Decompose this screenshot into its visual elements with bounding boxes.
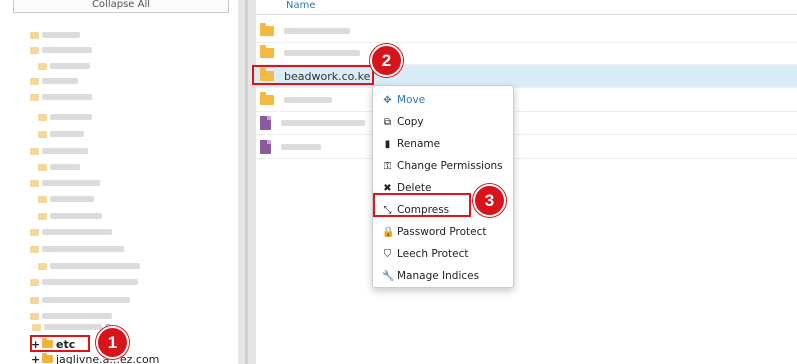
- blurred-file-name: [284, 28, 350, 34]
- blurred-tree-row[interactable]: [30, 77, 78, 85]
- name-column-header[interactable]: Name: [286, 0, 316, 11]
- move-arrows-icon: ✥: [383, 94, 392, 106]
- step-badge-2: 2: [370, 44, 403, 77]
- blurred-tree-row[interactable]: [30, 147, 88, 155]
- blurred-tree-row[interactable]: [30, 296, 130, 304]
- menu-item-password-protect[interactable]: 🔒 Password Protect: [373, 221, 513, 243]
- copy-icon: ⧉: [383, 116, 392, 128]
- key-icon: ⚿: [383, 160, 392, 172]
- blurred-tree-row[interactable]: [30, 312, 112, 320]
- blurred-tree-row[interactable]: [30, 245, 124, 253]
- blurred-tree-row[interactable]: [38, 130, 84, 138]
- expand-plus-icon[interactable]: +: [31, 353, 40, 364]
- menu-item-copy[interactable]: ⧉ Copy: [373, 111, 513, 133]
- shield-icon: ⛉: [383, 248, 392, 260]
- step-badge-1: 1: [96, 326, 129, 359]
- x-icon: ✖: [383, 182, 392, 194]
- folder-icon: [42, 353, 53, 363]
- menu-item-label: Manage Indices: [397, 270, 480, 282]
- blurred-tree-row[interactable]: [30, 278, 138, 286]
- highlight-box-etc: [30, 335, 90, 352]
- menu-item-label: Leech Protect: [397, 248, 469, 260]
- blurred-tree-row[interactable]: [38, 195, 94, 203]
- highlight-box-selected-folder: [252, 65, 374, 85]
- highlight-box-compress: [373, 193, 471, 217]
- menu-item-move[interactable]: ✥ Move: [373, 89, 513, 111]
- menu-item-label: Move: [397, 94, 426, 106]
- menu-item-label: Password Protect: [397, 226, 487, 238]
- blurred-tree-row[interactable]: [30, 179, 100, 187]
- file-row[interactable]: [256, 42, 797, 65]
- tree-item-domain[interactable]: + jaglivne.a...ez.com: [31, 352, 159, 364]
- menu-item-label: Copy: [397, 116, 424, 128]
- folder-icon: [260, 23, 274, 36]
- wrench-icon: 🔧: [382, 270, 395, 282]
- menu-item-change-permissions[interactable]: ⚿ Change Permissions: [373, 155, 513, 177]
- folder-icon: [260, 92, 274, 105]
- file-list-panel: Name beadwork.co.ke: [256, 0, 797, 364]
- file-list-header: Name: [256, 0, 797, 15]
- blurred-tree-row[interactable]: [30, 228, 112, 236]
- blurred-file-name: [284, 50, 360, 56]
- file-row[interactable]: [256, 136, 797, 159]
- collapse-all-button[interactable]: Collapse All: [13, 0, 229, 13]
- lock-icon: 🔒: [382, 226, 395, 238]
- folder-icon: [260, 45, 274, 58]
- file-row[interactable]: [256, 89, 797, 112]
- partial-tree-row[interactable]: e: [32, 322, 111, 332]
- blurred-tree-row[interactable]: [30, 31, 80, 39]
- blurred-tree-row[interactable]: [38, 113, 92, 121]
- file-icon: [260, 140, 271, 154]
- directory-tree-panel: Collapse All e + etc + jaglivne.a...ez.c…: [0, 0, 238, 364]
- blurred-tree-row[interactable]: [38, 62, 90, 70]
- blurred-tree-row[interactable]: [30, 46, 92, 54]
- menu-item-label: Rename: [397, 138, 441, 150]
- file-icon: ▮: [384, 138, 391, 150]
- file-row[interactable]: [256, 20, 797, 43]
- blurred-file-name: [284, 97, 332, 103]
- blurred-file-name: [281, 144, 321, 150]
- blurred-tree-row[interactable]: [30, 93, 92, 101]
- blurred-tree-row[interactable]: [38, 163, 80, 171]
- menu-item-rename[interactable]: ▮ Rename: [373, 133, 513, 155]
- menu-item-label: Change Permissions: [397, 160, 503, 172]
- file-row[interactable]: [256, 112, 797, 135]
- panel-divider-line: [245, 0, 248, 364]
- file-icon: [260, 116, 271, 130]
- menu-item-leech-protect[interactable]: ⛉ Leech Protect: [373, 243, 513, 265]
- step-badge-3: 3: [473, 184, 506, 217]
- blurred-file-name: [281, 120, 365, 126]
- blurred-tree-row[interactable]: [38, 212, 102, 220]
- menu-item-manage-indices[interactable]: 🔧 Manage Indices: [373, 265, 513, 287]
- blurred-tree-row[interactable]: [38, 262, 140, 270]
